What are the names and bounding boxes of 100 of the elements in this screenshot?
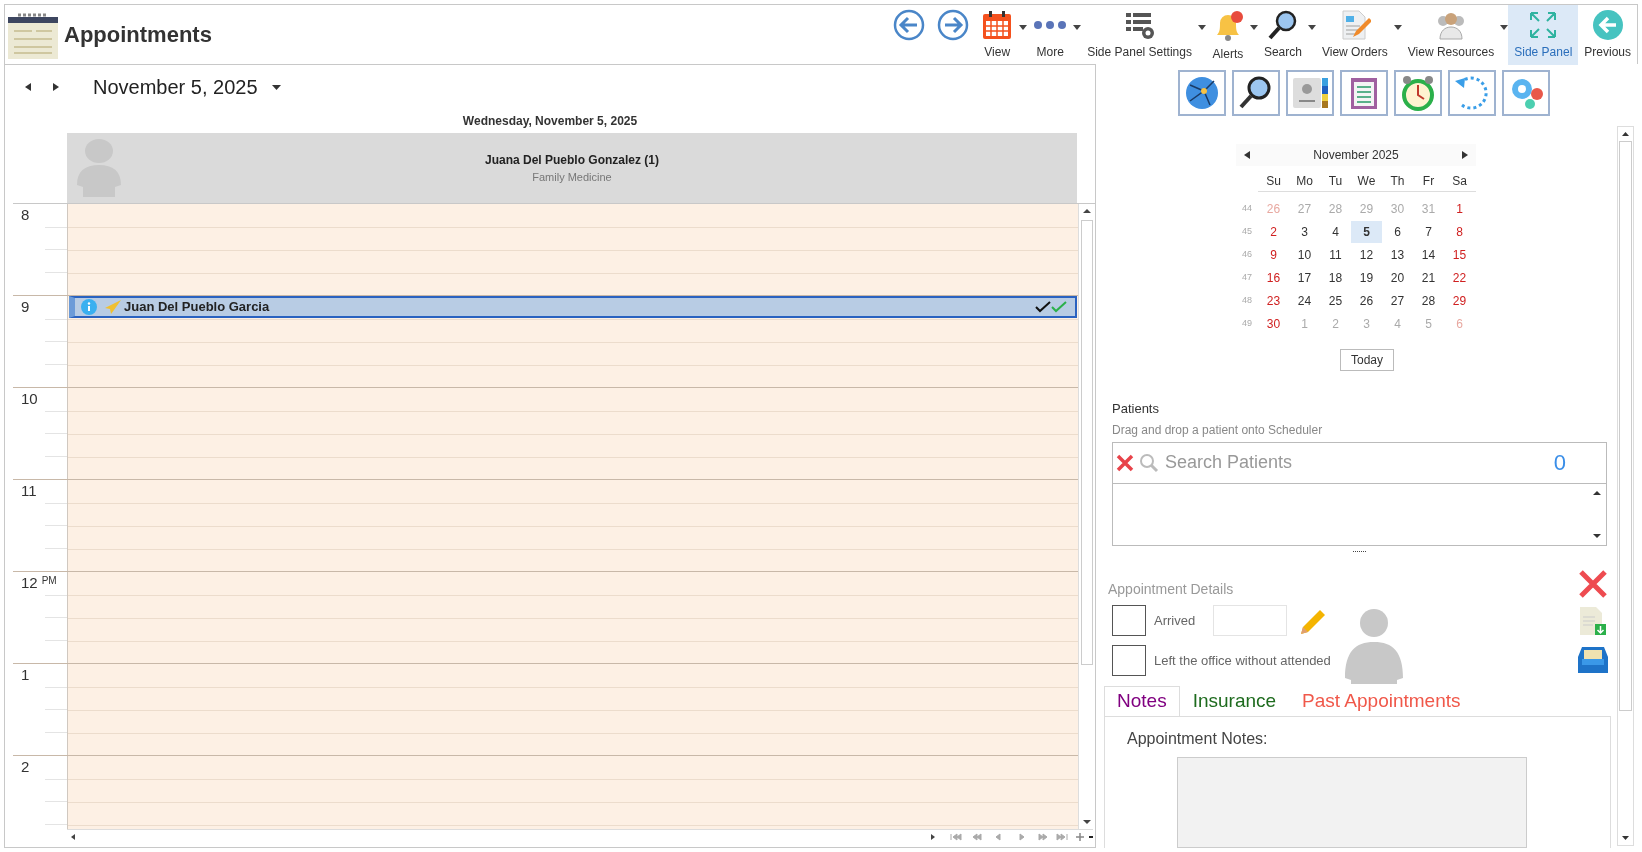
calendar-day[interactable]: 16 xyxy=(1258,266,1289,289)
hint-text: Drag and drop a patient onto Scheduler xyxy=(1112,421,1324,439)
drawer-icon[interactable] xyxy=(1578,644,1608,673)
calendar-day[interactable]: 4 xyxy=(1320,220,1351,243)
calendar-day[interactable]: 26 xyxy=(1351,289,1382,312)
calendar-day[interactable]: 5 xyxy=(1351,220,1382,243)
close-icon[interactable] xyxy=(1578,568,1608,599)
caret-icon[interactable] xyxy=(271,84,281,90)
calendar-day[interactable]: 3 xyxy=(1289,220,1320,243)
tab[interactable]: Notes xyxy=(1104,685,1180,717)
toolbar-button[interactable]: Search xyxy=(1257,5,1308,65)
calendar-day[interactable]: 13 xyxy=(1382,243,1413,266)
notes-label: Appointment Notes: xyxy=(1127,728,1269,749)
resource-specialty: Family Medicine xyxy=(532,169,612,185)
person-silhouette-icon xyxy=(1342,607,1405,684)
checkbox-label: Arrived xyxy=(1154,611,1196,630)
calendar-day[interactable]: 22 xyxy=(1444,266,1475,289)
hour-label: 9 xyxy=(21,297,30,317)
time-field[interactable] xyxy=(1213,605,1288,636)
hour-label: 12 xyxy=(21,573,38,593)
calendar-day[interactable]: 29 xyxy=(1444,289,1475,312)
vertical-scrollbar[interactable] xyxy=(1617,126,1634,846)
caret-icon[interactable] xyxy=(1307,25,1316,30)
calendar-day[interactable]: 20 xyxy=(1382,266,1413,289)
weekday-label: Tu xyxy=(1327,172,1344,190)
caret-icon[interactable] xyxy=(1073,25,1082,30)
calendar-day[interactable]: 18 xyxy=(1320,266,1351,289)
more-icon xyxy=(1033,19,1068,31)
hour-label: 1 xyxy=(21,665,30,685)
calendar-day[interactable]: 6 xyxy=(1382,220,1413,243)
toolbar-button[interactable]: Alerts xyxy=(1205,5,1250,65)
calendar-day[interactable]: 14 xyxy=(1413,243,1444,266)
previous-arrow-icon[interactable] xyxy=(25,83,31,91)
calendar-day[interactable]: 25 xyxy=(1320,289,1351,312)
toolbar-button[interactable]: View Resources xyxy=(1401,5,1501,65)
toolbar-button[interactable]: More xyxy=(1027,5,1074,65)
calendar-day[interactable]: 12 xyxy=(1351,243,1382,266)
calendar-day[interactable]: 10 xyxy=(1289,243,1320,266)
notes-field[interactable] xyxy=(1177,756,1527,848)
info-icon xyxy=(81,299,97,315)
weekday-label: Sa xyxy=(1451,172,1468,190)
appointment-block[interactable]: Juan Del Pueblo Garcia xyxy=(69,296,1077,318)
weekday-label: Th xyxy=(1389,172,1406,190)
section-title: Appointment Details xyxy=(1108,579,1235,599)
caret-icon[interactable] xyxy=(1197,25,1206,30)
hour-label: 2 xyxy=(21,757,30,777)
toolbar-button[interactable] xyxy=(1232,70,1280,116)
week-number: 49 xyxy=(1241,316,1253,330)
week-number: 47 xyxy=(1241,270,1253,284)
toolbar-button[interactable]: View xyxy=(975,5,1020,65)
calendar-day[interactable]: 11 xyxy=(1320,243,1351,266)
caret-icon[interactable] xyxy=(1019,25,1028,30)
calendar-day[interactable]: 21 xyxy=(1413,266,1444,289)
toolbar-button[interactable]: Previous xyxy=(1578,5,1637,65)
week-number: 48 xyxy=(1241,293,1253,307)
previous-month-icon[interactable] xyxy=(1244,151,1250,159)
meridiem-label: PM xyxy=(41,574,57,588)
hour-label: 10 xyxy=(21,389,38,409)
calendar-day[interactable]: 17 xyxy=(1289,266,1320,289)
today-button[interactable]: Today xyxy=(1340,349,1394,371)
tab[interactable]: Insurance xyxy=(1179,685,1290,717)
search-icon xyxy=(1139,452,1159,473)
calendar-day[interactable]: 24 xyxy=(1289,289,1320,312)
toolbar-button[interactable]: View Orders xyxy=(1315,5,1394,65)
next-arrow-icon[interactable] xyxy=(53,83,59,91)
search-field[interactable]: Search Patients xyxy=(1165,449,1554,476)
next-month-icon[interactable] xyxy=(1462,151,1468,159)
calendar-day[interactable]: 15 xyxy=(1444,243,1475,266)
document-download-icon[interactable] xyxy=(1578,606,1608,637)
caret-icon[interactable] xyxy=(1249,25,1258,30)
calendar-day[interactable]: 27 xyxy=(1382,289,1413,312)
toolbar-button[interactable] xyxy=(1178,70,1226,116)
splitter-grip-icon[interactable] xyxy=(1352,549,1367,553)
calendar-day[interactable]: 7 xyxy=(1413,220,1444,243)
calendar-day[interactable]: 28 xyxy=(1413,289,1444,312)
week-number: 44 xyxy=(1241,201,1253,215)
checkbox[interactable] xyxy=(1112,605,1146,636)
caret-icon[interactable] xyxy=(1500,25,1509,30)
calendar-day[interactable]: 8 xyxy=(1444,220,1475,243)
date-label[interactable]: November 5, 2025 xyxy=(93,72,258,102)
calendar-day[interactable]: 1 xyxy=(1444,197,1475,220)
week-number: 45 xyxy=(1241,224,1253,238)
toolbar-button[interactable]: Side Panel Settings xyxy=(1081,5,1198,65)
toolbar-button[interactable]: Side Panel xyxy=(1508,5,1579,65)
calendar-day[interactable]: 30 xyxy=(1258,312,1289,335)
hour-label: 11 xyxy=(21,481,37,501)
caret-icon[interactable] xyxy=(1393,25,1402,30)
week-number: 46 xyxy=(1241,247,1253,261)
calendar-icon xyxy=(981,9,1014,41)
calendar-day[interactable]: 2 xyxy=(1258,220,1289,243)
day-header: Wednesday, November 5, 2025 xyxy=(462,113,638,130)
search-icon xyxy=(1266,9,1299,41)
calendar-day[interactable]: 23 xyxy=(1258,289,1289,312)
toolbar-button[interactable] xyxy=(1286,70,1334,116)
calendar-day[interactable]: 19 xyxy=(1351,266,1382,289)
clear-icon[interactable] xyxy=(1115,452,1135,473)
weekday-label: We xyxy=(1356,172,1377,190)
checkbox[interactable] xyxy=(1112,645,1146,676)
vertical-scrollbar[interactable] xyxy=(1078,204,1095,829)
calendar-day[interactable]: 9 xyxy=(1258,243,1289,266)
